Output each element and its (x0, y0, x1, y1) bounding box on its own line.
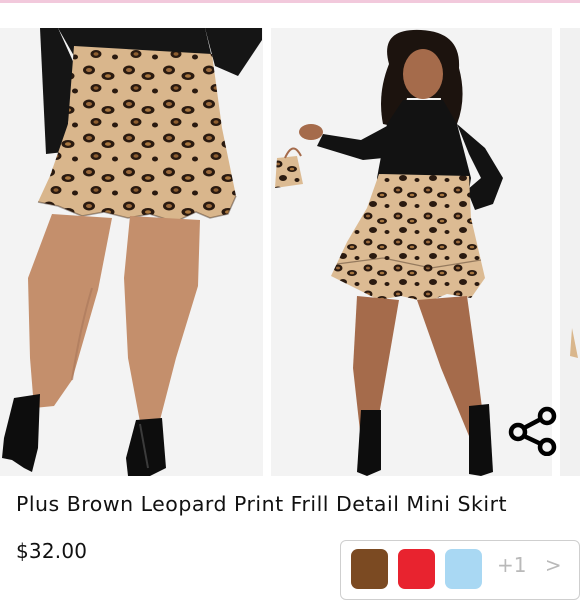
product-photo-back[interactable] (0, 28, 263, 476)
more-colors-link[interactable]: +1 > (497, 553, 562, 577)
color-swatch-red[interactable] (398, 549, 435, 589)
product-price: $32.00 (16, 539, 88, 563)
product-title: Plus Brown Leopard Print Frill Detail Mi… (16, 492, 508, 516)
product-photo-partial[interactable] (560, 28, 580, 476)
chevron-right-icon: > (544, 553, 562, 577)
share-button[interactable] (504, 402, 562, 460)
product-image-carousel[interactable] (0, 28, 580, 476)
top-accent-bar (0, 0, 580, 3)
share-icon (508, 406, 557, 456)
more-colors-count: +1 (497, 553, 527, 577)
color-swatch-light-blue[interactable] (445, 549, 482, 589)
color-swatch-brown[interactable] (351, 549, 388, 589)
color-swatch-selector[interactable]: +1 > (340, 540, 580, 600)
